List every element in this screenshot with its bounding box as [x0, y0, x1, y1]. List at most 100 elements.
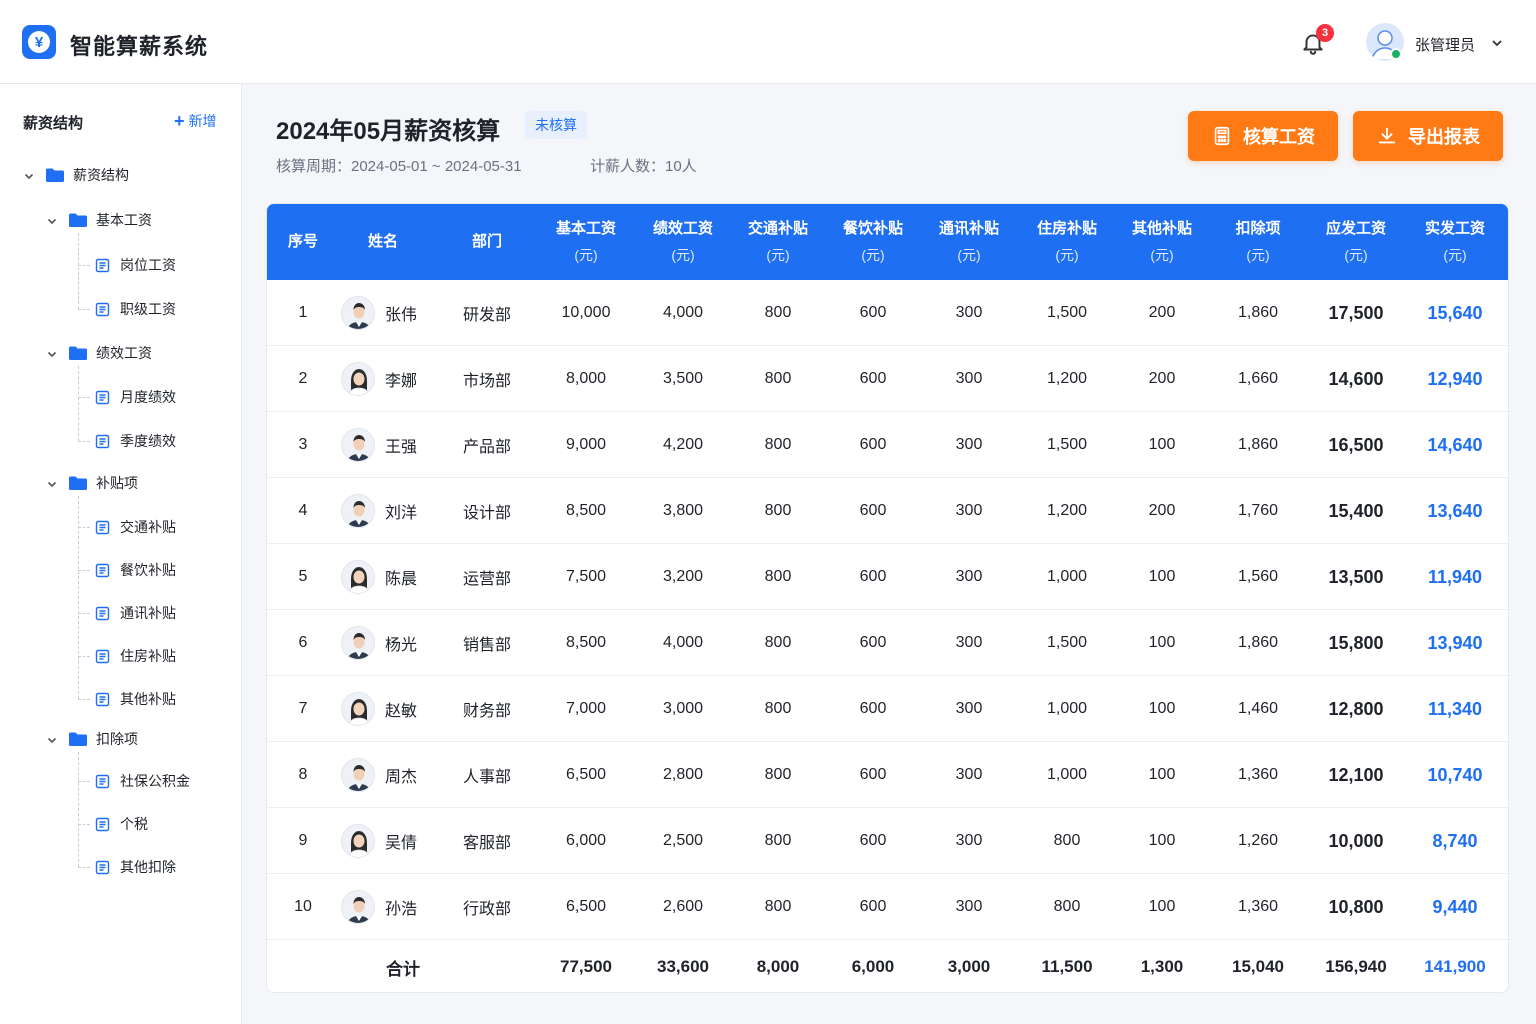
column-header-housing-allowance[interactable]: 住房补贴 (元): [1019, 204, 1115, 280]
column-header-performance-pay[interactable]: 绩效工资 (元): [635, 204, 731, 280]
folder-icon: [68, 345, 88, 361]
tree-item-2-1-label: 月度绩效: [120, 389, 176, 405]
cell-housing-allowance: 800: [1053, 898, 1081, 915]
column-header-name[interactable]: 姓名: [343, 204, 423, 280]
column-header-department[interactable]: 部门: [442, 204, 532, 280]
cell-meal-allowance: 600: [859, 832, 887, 849]
column-header-phone-allowance[interactable]: 通讯补贴 (元): [921, 204, 1017, 280]
employee-avatar: [341, 494, 375, 528]
tree-item-1-2[interactable]: 职级工资: [95, 298, 176, 320]
table-row[interactable]: 7 赵敏 财务部 7,000 3,000 800 600 300 1,000 100 1,460 12…: [267, 676, 1508, 742]
add-button[interactable]: + 新增: [174, 111, 217, 131]
tree-item-3-1[interactable]: 交通补贴: [95, 516, 176, 538]
tree-item-1-1[interactable]: 岗位工资: [95, 254, 176, 276]
chevron-down-icon[interactable]: [23, 169, 35, 181]
cell-net-pay: 10,740: [1427, 764, 1483, 785]
column-header-gross-pay[interactable]: 应发工资 (元): [1306, 204, 1406, 280]
tree-connector: [78, 613, 90, 614]
table-row[interactable]: 10 孙浩 行政部 6,500 2,600 800 600 300 800 100 1,360 10,…: [267, 874, 1508, 940]
cell-other-allowance: 100: [1148, 634, 1176, 651]
table-row[interactable]: 4 刘洋 设计部 8,500 3,800 800 600 300 1,200 200 1,760 15…: [267, 478, 1508, 544]
chevron-down-icon[interactable]: [46, 477, 58, 489]
table-row[interactable]: 5 陈晨 运营部 7,500 3,200 800 600 300 1,000 100 1,560 13…: [267, 544, 1508, 610]
chevron-down-icon[interactable]: [46, 733, 58, 745]
table-row[interactable]: 8 周杰 人事部 6,500 2,800 800 600 300 1,000 100 1,360 12…: [267, 742, 1508, 808]
tree-group-3[interactable]: 补贴项: [46, 472, 138, 494]
tree-item-2-1[interactable]: 月度绩效: [95, 386, 176, 408]
tree-group-4[interactable]: 扣除项: [46, 728, 138, 750]
table-row[interactable]: 1 张伟 研发部 10,000 4,000 800 600 300 1,500 200 1,860 1…: [267, 280, 1508, 346]
employee-name[interactable]: 杨光: [385, 631, 417, 655]
cell-net-pay: 8,740: [1432, 830, 1478, 851]
cell-performance-pay: 3,200: [662, 568, 704, 585]
cell-meal-allowance: 600: [859, 304, 887, 321]
tree-item-3-3[interactable]: 通讯补贴: [95, 602, 176, 624]
document-icon: [95, 563, 110, 578]
chevron-down-icon[interactable]: [46, 214, 58, 226]
employee-name[interactable]: 孙浩: [385, 895, 417, 919]
cell-index: 7: [298, 700, 308, 717]
cell-net-pay: 11,940: [1427, 566, 1483, 587]
column-header-label: 餐饮补贴: [842, 220, 903, 237]
employee-name[interactable]: 赵敏: [385, 697, 417, 721]
cell-housing-allowance: 1,500: [1046, 304, 1088, 321]
tree-item-4-3[interactable]: 其他扣除: [95, 856, 176, 878]
tree-root-salary-structure[interactable]: 薪资结构: [23, 164, 129, 186]
cell-deductions: 1,860: [1237, 304, 1279, 321]
employee-name[interactable]: 张伟: [385, 301, 417, 325]
column-header-unit: (元): [574, 247, 598, 263]
cell-housing-allowance: 1,000: [1046, 766, 1088, 783]
employee-name[interactable]: 王强: [385, 433, 417, 457]
column-header-base-salary[interactable]: 基本工资 (元): [538, 204, 634, 280]
employee-name[interactable]: 李娜: [385, 367, 417, 391]
tree-item-3-5[interactable]: 其他补贴: [95, 688, 176, 710]
tree-connector: [78, 366, 79, 441]
cell-index: 9: [298, 832, 308, 849]
tree-item-3-2[interactable]: 餐饮补贴: [95, 559, 176, 581]
tree-item-2-2[interactable]: 季度绩效: [95, 430, 176, 452]
employee-name[interactable]: 陈晨: [385, 565, 417, 589]
calculate-salary-button[interactable]: 核算工资: [1188, 111, 1338, 161]
tree-group-2[interactable]: 绩效工资: [46, 342, 152, 364]
column-header-net-pay[interactable]: 实发工资 (元): [1405, 204, 1505, 280]
tree-item-3-4[interactable]: 住房补贴: [95, 645, 176, 667]
cell-index: 10: [294, 898, 312, 915]
employee-name[interactable]: 刘洋: [385, 499, 417, 523]
chevron-down-icon[interactable]: [46, 347, 58, 359]
employee-name[interactable]: 吴倩: [385, 829, 417, 853]
cell-other-allowance: 100: [1148, 700, 1176, 717]
employee-avatar: [341, 692, 375, 726]
cell-housing-allowance: 1,000: [1046, 700, 1088, 717]
period-text: 核算周期：2024-05-01 ~ 2024-05-31: [276, 158, 522, 175]
cell-transport-allowance: 800: [764, 634, 792, 651]
column-header-index[interactable]: 序号: [268, 204, 338, 280]
user-name[interactable]: 张管理员: [1415, 34, 1475, 55]
document-icon: [95, 649, 110, 664]
document-icon: [95, 817, 110, 832]
cell-performance-pay: 2,600: [662, 898, 704, 915]
cell-transport-allowance: 800: [764, 436, 792, 453]
column-header-other-allowance[interactable]: 其他补贴 (元): [1114, 204, 1210, 280]
logo-icon: ¥: [22, 25, 56, 59]
column-header-transport-allowance[interactable]: 交通补贴 (元): [730, 204, 826, 280]
employee-name[interactable]: 周杰: [385, 763, 417, 787]
column-header-deductions[interactable]: 扣除项 (元): [1210, 204, 1306, 280]
cell-index: 1: [298, 304, 308, 321]
cell-phone-allowance: 300: [955, 304, 983, 321]
export-report-button[interactable]: 导出报表: [1353, 111, 1503, 161]
column-header-meal-allowance[interactable]: 餐饮补贴 (元): [825, 204, 921, 280]
table-row[interactable]: 6 杨光 销售部 8,500 4,000 800 600 300 1,500 100 1,860 15…: [267, 610, 1508, 676]
table-row[interactable]: 2 李娜 市场部 8,000 3,500 800 600 300 1,200 200 1,660 14…: [267, 346, 1508, 412]
page-title: 2024年05月薪资核算: [276, 118, 501, 145]
tree-item-4-1[interactable]: 社保公积金: [95, 770, 190, 792]
tree-group-1[interactable]: 基本工资: [46, 209, 152, 231]
tree-group-1-label: 基本工资: [96, 212, 152, 228]
salary-table: 序号 姓名 部门 基本工资 (元) 绩效工资 (元) 交通补贴 (元) 餐饮补贴 (元) 通讯补贴 (元…: [266, 203, 1509, 993]
table-row[interactable]: 9 吴倩 客服部 6,000 2,500 800 600 300 800 100 1,260 10,0…: [267, 808, 1508, 874]
table-row[interactable]: 3 王强 产品部 9,000 4,200 800 600 300 1,500 100 1,860 16…: [267, 412, 1508, 478]
employee-avatar: [341, 890, 375, 924]
total-transport-allowance: 8,000: [756, 957, 800, 976]
tree-item-4-2[interactable]: 个税: [95, 813, 148, 835]
chevron-down-icon[interactable]: [1490, 36, 1504, 50]
document-icon: [95, 520, 110, 535]
